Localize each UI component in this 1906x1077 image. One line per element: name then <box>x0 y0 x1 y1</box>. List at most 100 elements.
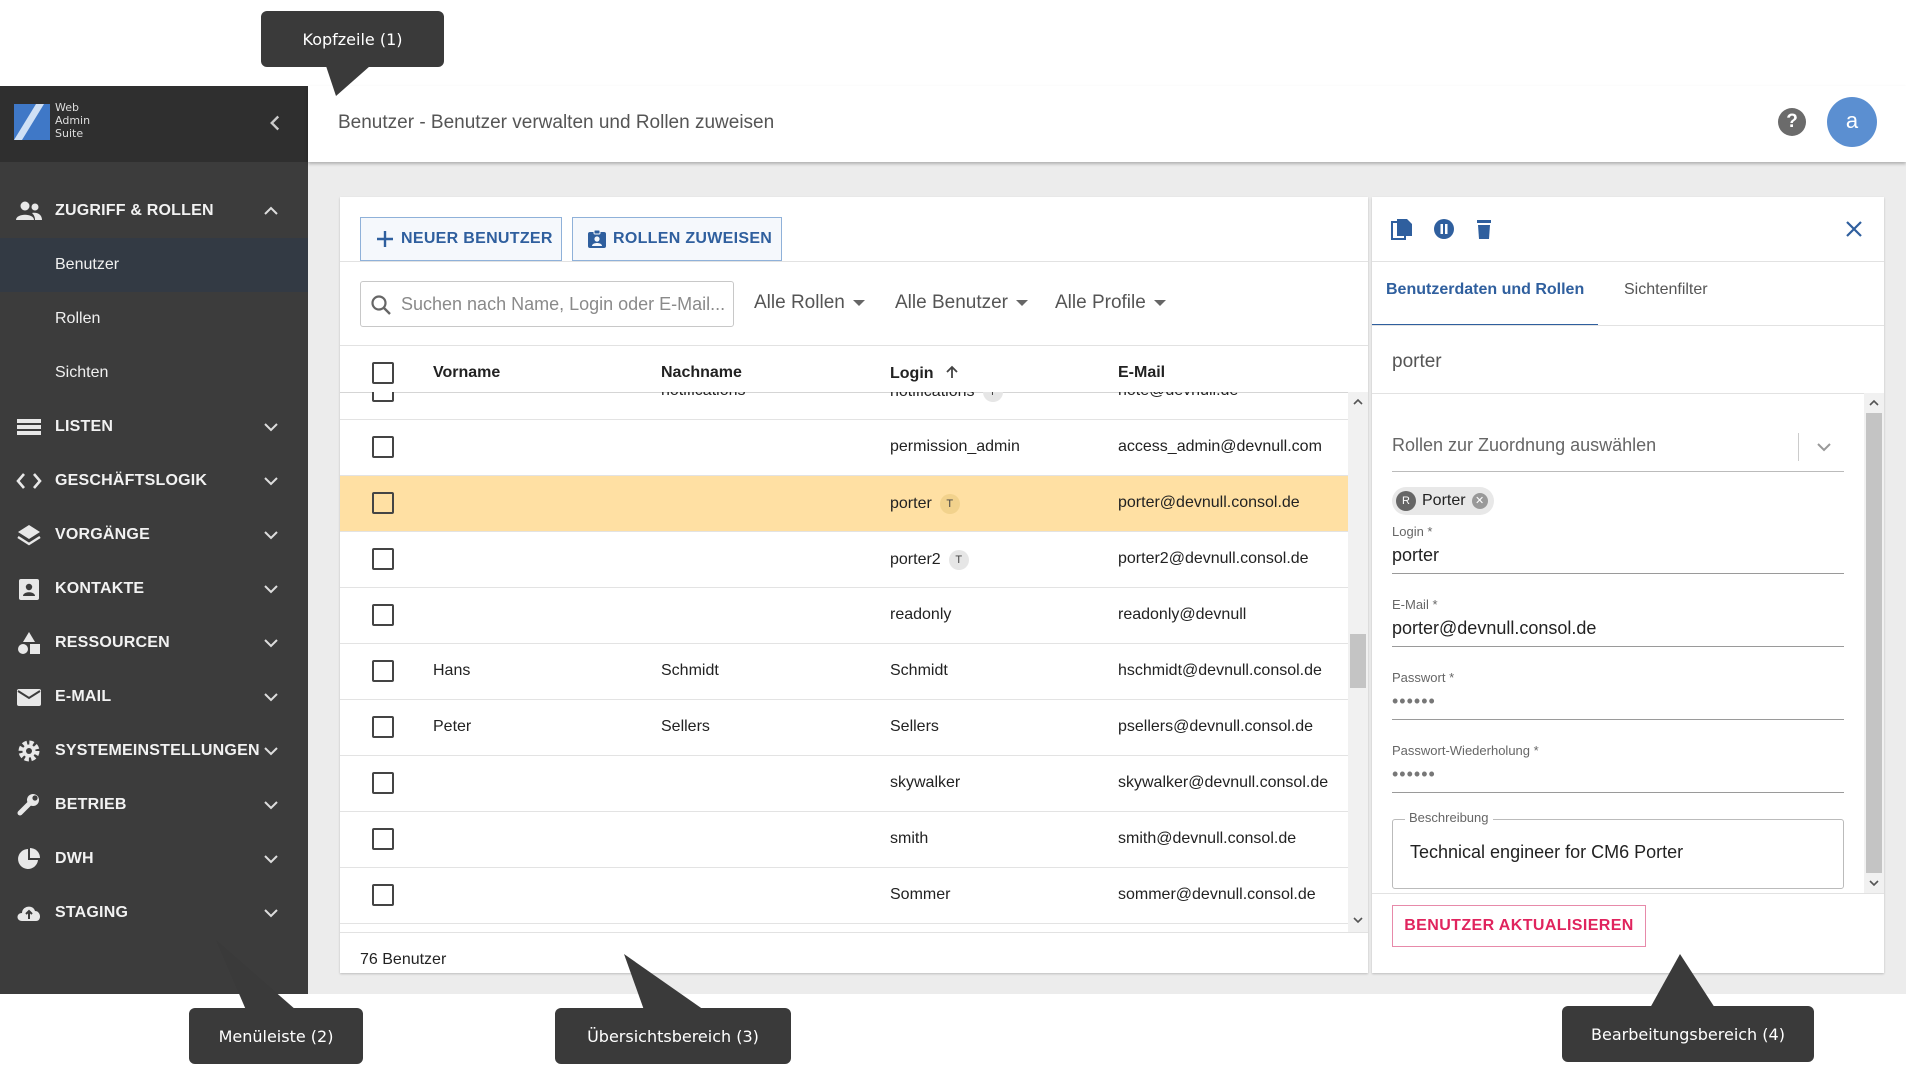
pie-icon <box>18 848 40 869</box>
sidebar-item-label: VORGÄNGE <box>55 526 150 543</box>
layers-icon <box>17 525 41 546</box>
table-row-selected[interactable]: porter T porter@devnull.consol.de <box>340 476 1348 532</box>
row-checkbox[interactable] <box>372 436 394 458</box>
cell-login: Sommer <box>890 886 951 903</box>
scroll-up-icon[interactable] <box>1352 396 1364 408</box>
sidebar-item-rollen[interactable]: Rollen <box>0 292 308 346</box>
close-icon[interactable] <box>1842 217 1866 241</box>
row-checkbox[interactable] <box>372 548 394 570</box>
scroll-down-icon[interactable] <box>1868 877 1880 889</box>
trash-icon[interactable] <box>1472 217 1496 241</box>
scrollbar-thumb[interactable] <box>1866 413 1882 873</box>
scroll-down-icon[interactable] <box>1352 914 1364 926</box>
password-repeat-field[interactable]: •••••• <box>1392 764 1436 785</box>
pause-icon[interactable] <box>1432 217 1456 241</box>
cell-login: readonly <box>890 606 952 623</box>
caret-down-icon <box>852 299 865 306</box>
header-bar: Benutzer - Benutzer verwalten und Rollen… <box>308 86 1906 162</box>
sidebar-item-vorgaenge[interactable]: VORGÄNGE <box>0 508 308 562</box>
row-checkbox[interactable] <box>372 828 394 850</box>
row-checkbox[interactable] <box>372 492 394 514</box>
role-chip[interactable]: R Porter ✕ <box>1392 487 1494 515</box>
scroll-up-icon[interactable] <box>1868 397 1880 409</box>
callout-header-pointer <box>326 66 370 96</box>
row-checkbox[interactable] <box>372 660 394 682</box>
sidebar-item-ressourcen[interactable]: RESSOURCEN <box>0 616 308 670</box>
login-label: Login * <box>1392 524 1433 539</box>
sidebar-item-label: SYSTEMEINSTELLUNGEN <box>55 742 260 759</box>
sidebar-item-sichten[interactable]: Sichten <box>0 346 308 400</box>
edit-panel: Benutzerdaten und Rollen Sichtenfilter p… <box>1372 197 1884 973</box>
table-row[interactable]: Peter Sellers Sellers psellers@devnull.c… <box>340 700 1348 756</box>
table-row[interactable]: porter2 T porter2@devnull.consol.de <box>340 532 1348 588</box>
tab-sichtenfilter[interactable]: Sichtenfilter <box>1624 281 1708 299</box>
table-row[interactable]: notifications notifications T note@devnul… <box>340 392 1348 420</box>
sort-ascending-icon <box>946 365 958 378</box>
sidebar-item-staging[interactable]: STAGING <box>0 886 308 940</box>
sidebar-item-email[interactable]: E-MAIL <box>0 670 308 724</box>
column-header-login[interactable]: Login <box>890 364 960 383</box>
password-repeat-label: Passwort-Wiederholung * <box>1392 743 1539 758</box>
collapse-sidebar-button[interactable] <box>262 110 288 136</box>
roles-select[interactable]: Rollen zur Zuordnung auswählen <box>1392 429 1844 473</box>
sidebar-item-dwh[interactable]: DWH <box>0 832 308 886</box>
password-label: Passwort * <box>1392 670 1455 685</box>
chevron-down-icon <box>264 585 278 594</box>
email-underline <box>1392 646 1844 647</box>
tab-benutzerdaten[interactable]: Benutzerdaten und Rollen <box>1386 281 1584 299</box>
roles-filter[interactable]: Alle Rollen <box>754 292 865 314</box>
description-field[interactable]: Beschreibung Technical engineer for CM6 … <box>1392 810 1844 889</box>
column-header-nachname[interactable]: Nachname <box>661 364 742 382</box>
assignment-ind-icon <box>588 229 606 248</box>
new-user-button[interactable]: NEUER BENUTZER <box>360 217 562 261</box>
table-row[interactable]: permission_admin access_admin@devnull.co… <box>340 420 1348 476</box>
sidebar-item-listen[interactable]: LISTEN <box>0 400 308 454</box>
table-row[interactable]: readonly readonly@devnull <box>340 588 1348 644</box>
cell-email: psellers@devnull.consol.de <box>1118 718 1314 735</box>
row-checkbox[interactable] <box>372 392 394 402</box>
table-scrollbar[interactable] <box>1348 392 1368 932</box>
avatar[interactable]: a <box>1827 97 1877 147</box>
sidebar-item-geschaeftslogik[interactable]: GESCHÄFTSLOGIK <box>0 454 308 508</box>
row-checkbox[interactable] <box>372 772 394 794</box>
row-checkbox[interactable] <box>372 716 394 738</box>
table-row[interactable]: skywalker skywalker@devnull.consol.de <box>340 756 1348 812</box>
profiles-filter[interactable]: Alle Profile <box>1055 292 1166 314</box>
row-checkbox[interactable] <box>372 884 394 906</box>
sidebar-item-systemeinstellungen[interactable]: SYSTEMEINSTELLUNGEN <box>0 724 308 778</box>
edit-toolbar-divider <box>1372 261 1884 262</box>
sidebar-item-label: KONTAKTE <box>55 580 145 597</box>
role-chip-label: Porter <box>1422 492 1466 509</box>
chevron-down-icon <box>264 423 278 432</box>
sidebar-group-access-roles[interactable]: ZUGRIFF & ROLLEN <box>0 184 308 238</box>
copy-icon[interactable] <box>1390 217 1414 241</box>
sidebar-item-kontakte[interactable]: KONTAKTE <box>0 562 308 616</box>
email-field[interactable]: porter@devnull.consol.de <box>1392 618 1596 639</box>
update-user-button[interactable]: BENUTZER AKTUALISIEREN <box>1392 905 1646 947</box>
cell-email: smith@devnull.consol.de <box>1118 830 1297 847</box>
users-filter[interactable]: Alle Benutzer <box>895 292 1029 314</box>
table-row[interactable]: Sommer sommer@devnull.consol.de <box>340 868 1348 924</box>
tech-badge: T <box>939 494 960 514</box>
table-row[interactable]: Hans Schmidt Schmidt hschmidt@devnull.co… <box>340 644 1348 700</box>
help-icon[interactable]: ? <box>1778 108 1806 136</box>
sidebar-item-betrieb[interactable]: BETRIEB <box>0 778 308 832</box>
login-field[interactable]: porter <box>1392 545 1439 566</box>
column-header-email[interactable]: E-Mail <box>1118 364 1165 382</box>
search-field[interactable] <box>360 281 734 327</box>
row-checkbox[interactable] <box>372 604 394 626</box>
search-input[interactable] <box>401 292 726 316</box>
remove-chip-icon[interactable]: ✕ <box>1471 493 1488 509</box>
edit-scrollbar[interactable] <box>1864 393 1884 893</box>
sidebar-item-benutzer[interactable]: Benutzer <box>0 238 308 292</box>
scrollbar-thumb[interactable] <box>1350 634 1366 688</box>
password-field[interactable]: •••••• <box>1392 691 1436 712</box>
table-row[interactable]: smith smith@devnull.consol.de <box>340 812 1348 868</box>
assign-roles-button[interactable]: ROLLEN ZUWEISEN <box>572 217 782 261</box>
select-all-checkbox[interactable] <box>372 362 394 384</box>
callout-header: Kopfzeile (1) <box>261 11 444 67</box>
plus-icon <box>377 231 393 247</box>
column-header-vorname[interactable]: Vorname <box>433 364 500 382</box>
chevron-down-icon[interactable] <box>1814 437 1834 457</box>
select-separator <box>1798 433 1799 461</box>
